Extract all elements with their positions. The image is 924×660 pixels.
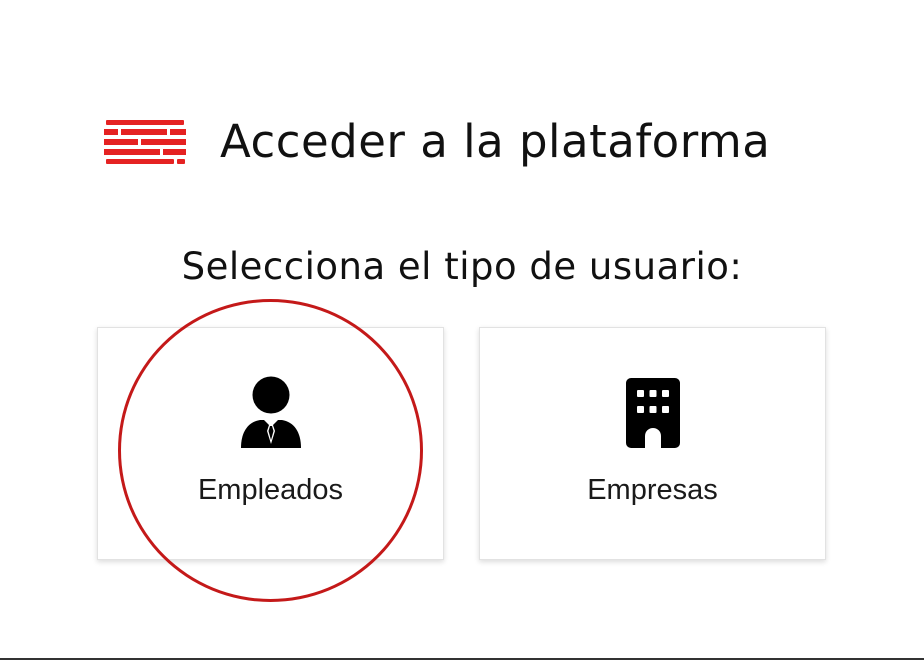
employees-option-card[interactable]: Empleados (97, 327, 444, 560)
header: Acceder a la plataforma (104, 112, 770, 172)
companies-option-card[interactable]: Empresas (479, 327, 826, 560)
companies-label: Empresas (587, 474, 718, 506)
employees-label: Empleados (197, 474, 344, 506)
user-type-prompt: Selecciona el tipo de usuario: (181, 245, 743, 288)
brand-logo-icon (104, 120, 186, 164)
page-title: Acceder a la plataforma (220, 115, 771, 168)
person-with-tie-icon (240, 376, 301, 448)
login-user-type-page: Acceder a la plataforma Selecciona el ti… (0, 0, 924, 660)
building-icon (625, 378, 680, 448)
